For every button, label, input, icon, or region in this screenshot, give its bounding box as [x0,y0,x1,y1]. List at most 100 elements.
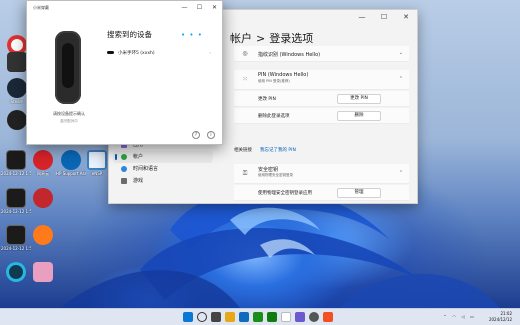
maximize-icon[interactable]: ☐ [192,1,207,15]
change-pin-label: 更改 PIN [258,97,276,102]
desktop-icon-app8[interactable] [1,262,31,283]
desktop-icon-netease[interactable]: 网易云 [28,150,58,176]
account-icon [121,154,127,160]
app-icon[interactable] [281,312,291,322]
app-icon[interactable] [267,312,277,322]
app-icon [33,262,53,282]
desktop-icon-label: 2024-12-12 1:59 [1,209,31,214]
app-icon [33,188,53,208]
manage-key-row: 使用物理安全密钥登录应用 管理 [234,185,409,201]
remove-row: 删除此登录选项 删除 [234,108,409,124]
breadcrumb-current: 登录选项 [269,32,314,45]
taskbar: ⌃ ◠ ◁ ▭ 21:02 2024/12/12 [0,308,520,325]
change-pin-row: 更改 PIN 更改 PIN [234,91,409,107]
key-icon: ⚿ [242,170,248,177]
globe-icon [121,166,127,172]
dialog-heading: 搜索到的设备 [107,30,152,39]
page-title: 帐户 > 登录选项 [230,30,313,46]
related-links-label: 相关链接 [234,148,252,153]
info-icon[interactable]: i [207,131,215,139]
breadcrumb-parent[interactable]: 帐户 [230,32,252,45]
window-controls: — ☐ ✕ [351,10,417,24]
remove-label: 删除此登录选项 [258,114,290,119]
desktop-icon-file2[interactable]: 2024-12-12 1:59 [1,188,31,214]
close-icon[interactable]: ✕ [395,10,417,24]
fingerprint-icon: ◎ [242,50,248,57]
manage-label: 使用物理安全密钥登录应用 [258,191,312,196]
settings-content: ◎ 指纹识别 (Windows Hello) ⌄ ⁙ PIN (Windows … [234,46,409,201]
wifi-icon[interactable]: ◠ [451,312,457,322]
row-title: PIN (Windows Hello) [258,72,309,78]
taskbar-clock[interactable]: 21:02 2024/12/12 [489,311,512,323]
chevron-up-icon[interactable]: ⌃ [442,312,448,322]
sidebar-item-label: 时间和语言 [133,166,159,172]
desktop-icon-label: 2024-12-12 1:59 [1,171,31,176]
system-tray: ⌃ ◠ ◁ ▭ [442,312,475,322]
chevron-down-icon: ⌄ [398,50,403,56]
row-subtitle: 使用物理安全密钥登录 [258,173,293,177]
app-icon [33,225,53,245]
netease-icon [33,150,53,170]
desktop-icon-app10[interactable] [28,225,58,246]
file-explorer-icon[interactable] [225,312,235,322]
sidebar-item-label: 帐户 [133,154,144,160]
sidebar-item-accounts[interactable]: 帐户 [113,151,213,163]
sidebar-item-label: 游戏 [133,178,144,184]
desktop-icon-label: 网易云 [37,171,49,176]
security-key-row[interactable]: ⚿ 安全密钥 使用物理安全密钥登录 ⌃ [234,164,409,184]
close-icon[interactable]: ✕ [207,1,222,15]
app-icon [7,52,27,72]
band-screen [62,43,74,88]
settings-gear-icon[interactable] [309,312,319,322]
device-list-item[interactable]: 小米手环5 (xxxh) › [107,48,211,59]
app-icon[interactable] [295,312,305,322]
keypad-icon: ⁙ [242,76,248,83]
clock-date: 2024/12/12 [488,317,512,322]
desktop-icon-app9[interactable] [28,188,58,209]
device-name: 小米手环5 (xxxh) [118,51,155,56]
app-icon[interactable] [323,312,333,322]
search-icon[interactable] [197,312,207,322]
minimize-icon[interactable]: — [177,1,192,15]
steam-icon [7,78,27,98]
desktop-icon-file1[interactable]: 2024-12-12 1:59 [1,150,31,176]
pairing-hint: 请按设备提示确认 [53,111,85,116]
window-controls: — ☐ ✕ [177,1,222,15]
app-icon[interactable] [253,312,263,322]
minimize-icon[interactable]: — [351,10,373,24]
volume-icon[interactable]: ◁ [460,312,466,322]
desktop-icon-file3[interactable]: 2024-12-12 1:59 [1,225,31,251]
ensp-icon [87,150,107,170]
maximize-icon[interactable]: ☐ [373,10,395,24]
sidebar-item-time-language[interactable]: 时间和语言 [113,163,213,175]
task-view-icon[interactable] [211,312,221,322]
breadcrumb-separator: > [256,32,266,45]
row-title: 指纹识别 (Windows Hello) [258,52,321,58]
sidebar-item-gaming[interactable]: 游戏 [113,175,213,187]
row-title: 安全密钥 [258,167,279,173]
fingerprint-row[interactable]: ◎ 指纹识别 (Windows Hello) ⌄ [234,46,409,62]
remove-button[interactable]: 删除 [337,111,381,121]
forgot-pin-link[interactable]: 我忘记了我的 PIN [260,148,296,153]
desktop-icon-app11[interactable] [28,262,58,283]
settings-sidebar: 应用 帐户 时间和语言 游戏 [113,139,213,187]
mail-icon[interactable] [239,312,249,322]
start-icon[interactable] [183,312,193,322]
help-icon[interactable]: ? [192,131,200,139]
file-icon [6,150,26,170]
change-pin-button[interactable]: 更改 PIN [337,94,381,104]
pairing-subhint: 蓝牙配对中 [60,119,78,123]
battery-icon[interactable]: ▭ [469,312,475,322]
band-icon [107,51,114,54]
loading-dots-icon: • • • [181,31,203,39]
smart-band-image [55,31,81,104]
chevron-up-icon: ⌃ [398,170,403,176]
hp-support-icon [61,150,81,170]
pin-row[interactable]: ⁙ PIN (Windows Hello) 使用 PIN 登录(推荐) ⌃ [234,70,409,90]
manage-button[interactable]: 管理 [337,188,381,198]
app-icon [7,110,27,130]
chevron-up-icon: ⌃ [398,76,403,82]
gamepad-icon [121,178,127,184]
mi-wear-dialog: 小米穿戴 — ☐ ✕ 请按设备提示确认 蓝牙配对中 搜索到的设备 • • • 小… [26,0,223,145]
row-subtitle: 使用 PIN 登录(推荐) [258,79,290,83]
